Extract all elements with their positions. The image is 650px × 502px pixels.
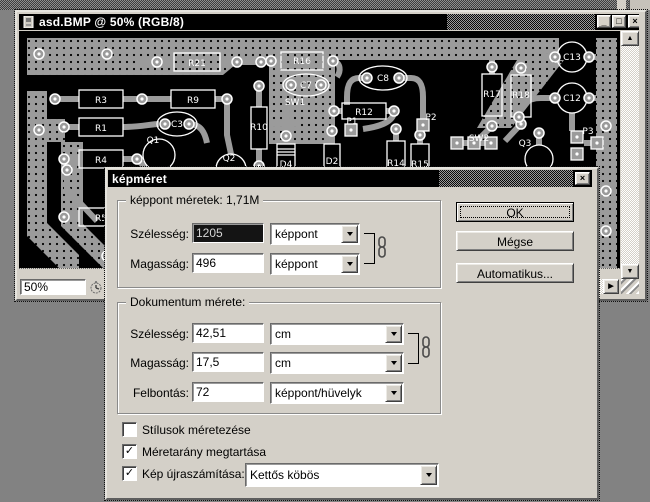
resample-method-dropdown[interactable]: Kettős köbös: [245, 463, 439, 487]
pcb-label-R3: R3: [95, 96, 107, 106]
resolution-label: Felbontás:: [132, 386, 189, 400]
pcb-label-Q2: Q2: [223, 154, 236, 164]
doc-height-label: Magasság:: [130, 356, 189, 370]
scale-styles-label: Stílusok méretezése: [142, 423, 251, 437]
pcb-label-C13: C13: [563, 53, 581, 63]
pcb-label-R4: R4: [95, 156, 107, 166]
doc-height-input[interactable]: [192, 352, 264, 372]
pcb-label-C7: C7: [300, 81, 312, 91]
pcb-label-R16: R16: [293, 57, 311, 67]
pixel-width-label: Szélesség:: [130, 227, 189, 241]
document-icon: [23, 15, 35, 30]
scroll-right-button[interactable]: ▶: [603, 279, 619, 294]
pcb-label-Q1: Q1: [147, 136, 160, 146]
ok-button[interactable]: OK: [456, 202, 574, 222]
pcb-label-P3: P3: [582, 127, 593, 137]
auto-button[interactable]: Automatikus...: [456, 263, 574, 283]
maximize-button[interactable]: □: [612, 15, 626, 28]
pcb-label-C12: C12: [563, 94, 581, 104]
dialog-close-button[interactable]: ×: [575, 172, 590, 185]
timer-icon[interactable]: [89, 280, 103, 297]
image-window-title: asd.BMP @ 50% (RGB/8): [39, 15, 185, 29]
resize-grip[interactable]: [621, 279, 639, 294]
doc-height-unit-value: cm: [275, 356, 291, 370]
constrain-proportions-label: Méretarány megtartása: [142, 445, 267, 459]
vertical-scrollbar[interactable]: ▲ ▼: [621, 31, 639, 279]
scroll-up-button[interactable]: ▲: [621, 31, 639, 46]
titlebar-dither: [447, 14, 595, 30]
resample-method-value: Kettős köbös: [250, 468, 320, 482]
pixel-width-input[interactable]: [192, 223, 264, 243]
pcb-label-SW2: SW2: [469, 134, 489, 144]
dropdown-arrow-icon[interactable]: [385, 384, 402, 402]
image-window-titlebar[interactable]: asd.BMP @ 50% (RGB/8) _ □ ×: [19, 14, 639, 30]
vertical-scroll-track[interactable]: [621, 46, 639, 264]
pcb-label-Q3: Q3: [519, 139, 532, 149]
doc-width-input[interactable]: [192, 323, 264, 343]
constrain-proportions-checkbox[interactable]: ✓: [122, 444, 137, 459]
dropdown-arrow-icon[interactable]: [341, 255, 358, 273]
pcb-label-R21: R21: [188, 59, 206, 69]
scale-styles-checkbox[interactable]: [122, 422, 137, 437]
image-size-dialog: képméret × képpont méretek: 1,71M Széles…: [104, 166, 600, 501]
chain-link-icon: [377, 236, 387, 261]
app-top-right-block: [617, 0, 626, 10]
minimize-button[interactable]: _: [597, 15, 611, 28]
resolution-unit-dropdown[interactable]: képpont/hüvelyk: [270, 382, 404, 404]
pixel-height-unit-value: képpont: [275, 257, 318, 271]
doc-width-label: Szélesség:: [130, 327, 189, 341]
pcb-label-R17: R17: [483, 90, 501, 100]
dropdown-arrow-icon[interactable]: [420, 465, 437, 485]
app-top-strip: [0, 0, 650, 10]
dialog-titlebar[interactable]: képméret ×: [108, 170, 592, 187]
chain-link-icon: [421, 336, 431, 361]
resolution-input[interactable]: [192, 382, 264, 402]
dialog-title: képméret: [112, 171, 167, 186]
pixel-height-input[interactable]: [192, 253, 264, 273]
pcb-label-R18: R18: [512, 91, 530, 101]
doc-width-unit-dropdown[interactable]: cm: [270, 323, 404, 345]
pixel-dimensions-legend: képpont méretek: 1,71M: [126, 193, 264, 207]
doc-link-bracket: [408, 333, 419, 364]
pcb-label-P1: P1: [346, 117, 357, 127]
dropdown-arrow-icon[interactable]: [341, 225, 358, 243]
pcb-label-R1: R1: [95, 124, 107, 134]
pcb-label-SW1: SW1: [285, 98, 305, 108]
pixel-link-bracket: [364, 233, 375, 264]
pcb-label-R9: R9: [187, 96, 199, 106]
dialog-titlebar-dither: [439, 170, 573, 187]
cancel-button[interactable]: Mégse: [456, 231, 574, 251]
pcb-label-C8: C8: [377, 74, 389, 84]
resample-image-checkbox[interactable]: ✓: [122, 466, 137, 481]
resolution-unit-value: képpont/hüvelyk: [275, 386, 362, 400]
pcb-label-R12: R12: [355, 108, 373, 118]
document-size-legend: Dokumentum mérete:: [126, 295, 250, 309]
app-top-right-panel: [629, 0, 650, 10]
pixel-height-label: Magasság:: [130, 257, 189, 271]
doc-height-unit-dropdown[interactable]: cm: [270, 352, 404, 374]
resample-image-label: Kép újraszámítása:: [142, 467, 245, 481]
doc-width-unit-value: cm: [275, 327, 291, 341]
zoom-level-input[interactable]: [20, 279, 86, 295]
dropdown-arrow-icon[interactable]: [385, 354, 402, 372]
pixel-height-unit-dropdown[interactable]: képpont: [270, 253, 360, 275]
pcb-label-D2: D2: [326, 157, 339, 167]
dropdown-arrow-icon[interactable]: [385, 325, 402, 343]
pcb-label-R10: R10: [250, 123, 268, 133]
close-button[interactable]: ×: [628, 15, 639, 28]
pixel-width-unit-value: képpont: [275, 227, 318, 241]
pcb-label-P2: P2: [425, 113, 436, 123]
pixel-width-unit-dropdown[interactable]: képpont: [270, 223, 360, 245]
pcb-label-C3: C3: [171, 120, 183, 130]
scroll-down-button[interactable]: ▼: [621, 264, 639, 279]
